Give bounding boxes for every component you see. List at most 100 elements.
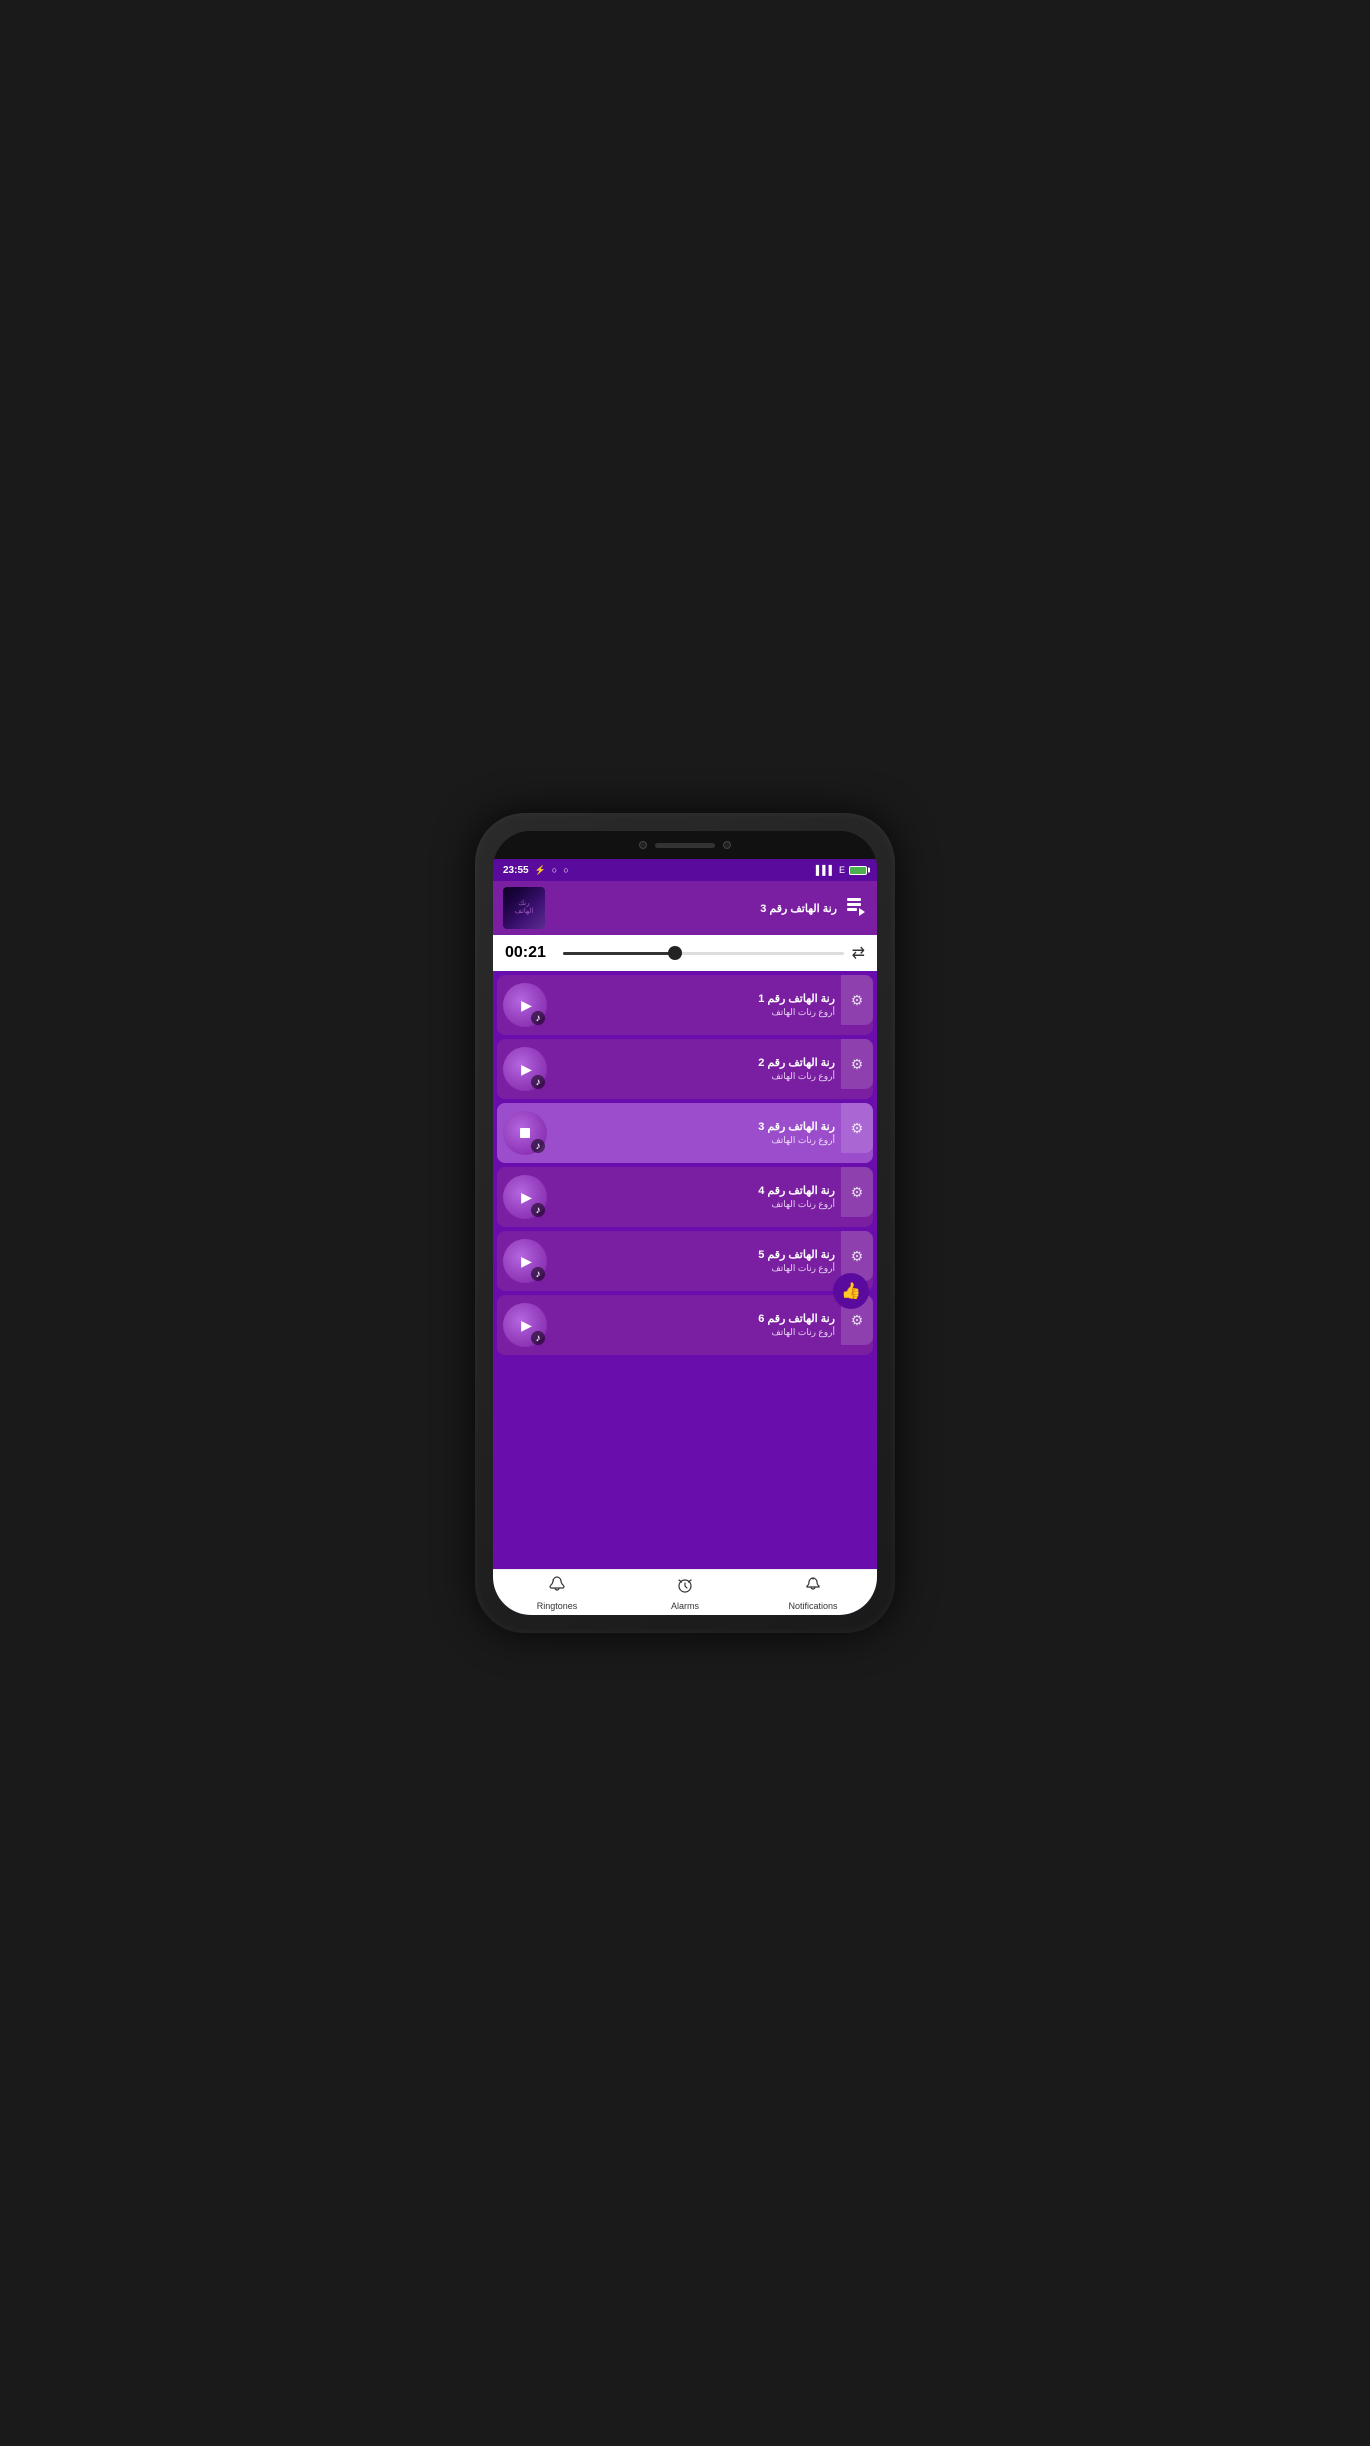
ringtones-icon [548,1576,566,1599]
song-info-4: رنة الهاتف رقم 4 أروع رنات الهاتف [555,1184,835,1210]
speaker-grille [655,843,715,848]
notifications-icon [804,1576,822,1599]
thumb-image: رنكالهاتف [503,887,545,929]
song-play-btn-1[interactable]: ▶♪ [503,983,547,1027]
play-icon-4: ▶ [521,1189,532,1206]
song-play-btn-5[interactable]: ▶♪ [503,1239,547,1283]
song-item-6[interactable]: ▶♪ رنة الهاتف رقم 6 أروع رنات الهاتف ⚙ [497,1295,873,1355]
play-icon-2: ▶ [521,1061,532,1078]
now-playing-bar: رنكالهاتف رنة الهاتف رقم 3 [493,881,877,935]
music-note-6: ♪ [531,1331,545,1345]
song-item-2[interactable]: ▶♪ رنة الهاتف رقم 2 أروع رنات الهاتف ⚙ [497,1039,873,1099]
phone-notch [493,831,877,859]
song-artist-6: أروع رنات الهاتف [555,1327,835,1338]
gear-icon-6: ⚙ [851,1312,864,1329]
circle-icon-2: ○ [563,865,568,875]
song-item-wrapper-6: ▶♪ رنة الهاتف رقم 6 أروع رنات الهاتف ⚙ [497,1295,873,1355]
song-item-wrapper-4: ▶♪ رنة الهاتف رقم 4 أروع رنات الهاتف ⚙ [497,1167,873,1227]
ringtones-label: Ringtones [537,1601,578,1611]
alarms-icon [676,1576,694,1599]
song-item-wrapper-1: ▶♪ رنة الهاتف رقم 1 أروع رنات الهاتف ⚙ [497,975,873,1035]
gear-icon-3: ⚙ [851,1120,864,1137]
song-settings-4[interactable]: ⚙ [841,1167,873,1217]
song-settings-3[interactable]: ⚙ [841,1103,873,1153]
song-title-6: رنة الهاتف رقم 6 [555,1312,835,1325]
song-title-3: رنة الهاتف رقم 3 [555,1120,835,1133]
alarms-label: Alarms [671,1601,699,1611]
song-info-1: رنة الهاتف رقم 1 أروع رنات الهاتف [555,992,835,1018]
queue-icon[interactable] [845,895,867,922]
song-play-btn-6[interactable]: ▶♪ [503,1303,547,1347]
song-info-2: رنة الهاتف رقم 2 أروع رنات الهاتف [555,1056,835,1082]
nav-notifications[interactable]: Notifications [749,1576,877,1611]
music-note-3: ♪ [531,1139,545,1153]
battery-icon [849,866,867,875]
stop-icon-3 [520,1128,530,1138]
status-bar: 23:55 ⚡ ○ ○ ▌▌▌ E [493,859,877,881]
song-title-5: رنة الهاتف رقم 5 [555,1248,835,1261]
status-right: ▌▌▌ E [816,865,867,875]
song-info-3: رنة الهاتف رقم 3 أروع رنات الهاتف [555,1120,835,1146]
app-screen: 23:55 ⚡ ○ ○ ▌▌▌ E رنكالهاتف [493,859,877,1615]
phone-frame: 23:55 ⚡ ○ ○ ▌▌▌ E رنكالهاتف [475,813,895,1633]
song-info-5: رنة الهاتف رقم 5 أروع رنات الهاتف [555,1248,835,1274]
bottom-navigation: Ringtones Alarms [493,1569,877,1615]
circle-icon-1: ○ [552,865,557,875]
song-play-btn-4[interactable]: ▶♪ [503,1175,547,1219]
song-artist-3: أروع رنات الهاتف [555,1135,835,1146]
song-title-4: رنة الهاتف رقم 4 [555,1184,835,1197]
gear-icon-1: ⚙ [851,992,864,1009]
song-title-1: رنة الهاتف رقم 1 [555,992,835,1005]
song-artist-1: أروع رنات الهاتف [555,1007,835,1018]
nav-alarms[interactable]: Alarms [621,1576,749,1611]
play-icon-1: ▶ [521,997,532,1014]
song-item-4[interactable]: ▶♪ رنة الهاتف رقم 4 أروع رنات الهاتف ⚙ [497,1167,873,1227]
song-item-wrapper-5: ▶♪رنة الهاتف رقم 5أروع رنات الهاتف⚙👍 [497,1231,873,1291]
play-icon-6: ▶ [521,1317,532,1334]
network-type: E [839,865,845,875]
song-title-2: رنة الهاتف رقم 2 [555,1056,835,1069]
signal-bars: ▌▌▌ [816,865,835,875]
battery-level [850,867,863,874]
now-playing-title: رنة الهاتف رقم 3 [553,902,837,915]
nav-ringtones[interactable]: Ringtones [493,1576,621,1611]
song-info-6: رنة الهاتف رقم 6 أروع رنات الهاتف [555,1312,835,1338]
progress-bar-section: 00:21 ⇄ [493,935,877,971]
song-artist-5: أروع رنات الهاتف [555,1263,835,1274]
status-time: 23:55 [503,865,529,876]
gear-icon-2: ⚙ [851,1056,864,1073]
gear-icon-4: ⚙ [851,1184,864,1201]
song-play-btn-2[interactable]: ▶♪ [503,1047,547,1091]
music-note-1: ♪ [531,1011,545,1025]
notifications-label: Notifications [788,1601,837,1611]
song-item-1[interactable]: ▶♪ رنة الهاتف رقم 1 أروع رنات الهاتف ⚙ [497,975,873,1035]
song-artist-4: أروع رنات الهاتف [555,1199,835,1210]
progress-track[interactable] [563,952,844,955]
song-item-3[interactable]: ♪ رنة الهاتف رقم 3 أروع رنات الهاتف ⚙ [497,1103,873,1163]
sensor-dot [723,841,731,849]
music-note-4: ♪ [531,1203,545,1217]
repeat-icon[interactable]: ⇄ [852,943,865,963]
song-artist-2: أروع رنات الهاتف [555,1071,835,1082]
song-play-btn-3[interactable]: ♪ [503,1111,547,1155]
thumbs-up-icon: 👍 [841,1281,861,1301]
song-item-wrapper-3: ♪ رنة الهاتف رقم 3 أروع رنات الهاتف ⚙ [497,1103,873,1163]
camera-dot [639,841,647,849]
phone-screen: 23:55 ⚡ ○ ○ ▌▌▌ E رنكالهاتف [493,831,877,1615]
song-item-wrapper-2: ▶♪ رنة الهاتف رقم 2 أروع رنات الهاتف ⚙ [497,1039,873,1099]
song-settings-1[interactable]: ⚙ [841,975,873,1025]
music-note-2: ♪ [531,1075,545,1089]
music-note-5: ♪ [531,1267,545,1281]
lightning-icon: ⚡ [535,865,546,876]
now-playing-thumbnail: رنكالهاتف [503,887,545,929]
progress-thumb [668,946,682,960]
status-left: 23:55 ⚡ ○ ○ [503,865,569,876]
playback-time: 00:21 [505,944,555,962]
song-item-5[interactable]: ▶♪ رنة الهاتف رقم 5 أروع رنات الهاتف ⚙ [497,1231,873,1291]
like-button[interactable]: 👍 [833,1273,869,1309]
play-icon-5: ▶ [521,1253,532,1270]
song-list: ▶♪رنة الهاتف رقم 1أروع رنات الهاتف⚙▶♪رنة… [493,971,877,1569]
progress-fill [563,952,675,955]
song-settings-2[interactable]: ⚙ [841,1039,873,1089]
gear-icon-5: ⚙ [851,1248,864,1265]
